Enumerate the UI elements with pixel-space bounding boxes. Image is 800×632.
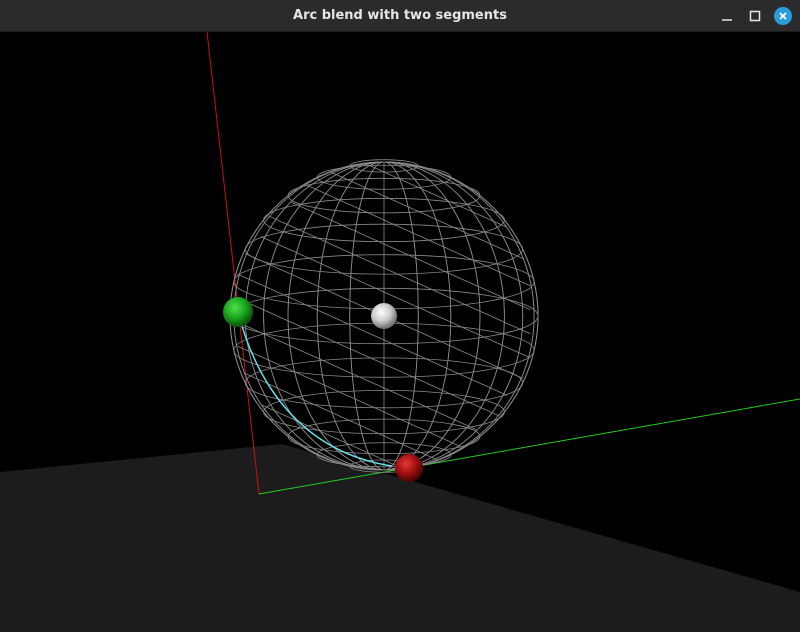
wire-line [306,185,531,287]
end-point-marker [395,454,423,482]
app-window: Arc blend with two segments [0,0,800,632]
center-point-marker [371,303,397,329]
scene-canvas[interactable] [0,32,800,632]
y-axis-line [258,398,800,495]
title-bar[interactable]: Arc blend with two segments [0,0,800,32]
x-axis-line [206,32,260,495]
wire-line [329,171,523,259]
minimize-button[interactable] [717,6,737,26]
wire-line [237,345,462,448]
start-point-marker [223,297,253,327]
3d-viewport[interactable] [0,32,800,632]
close-button[interactable] [773,6,793,26]
window-title: Arc blend with two segments [293,8,507,23]
maximize-button[interactable] [745,6,765,26]
maximize-icon [749,10,761,22]
minimize-icon [722,19,732,21]
close-icon [774,7,792,25]
